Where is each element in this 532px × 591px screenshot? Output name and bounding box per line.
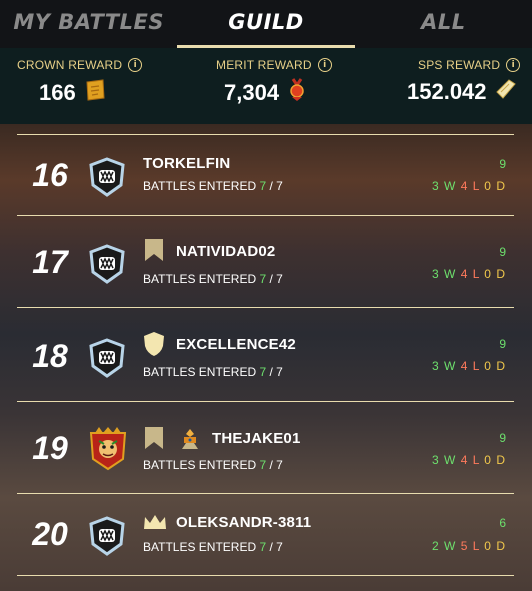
win-loss-draw: 3 W 4 L 0 D: [431, 179, 506, 193]
rank-number: 18: [32, 338, 68, 374]
merit-reward-label: MERIT REWARD: [216, 58, 312, 72]
crown-token-icon: [84, 78, 106, 108]
row-divider: [17, 575, 514, 577]
win-count: 9: [499, 245, 506, 259]
crown-reward-value: 166: [39, 80, 76, 105]
merit-reward-value: 7,304: [224, 80, 280, 105]
leaderboard-row[interactable]: 20 OLEKSANDR-3811 BATTLES ENTERED 7 / 7 …: [17, 493, 514, 576]
win-loss-draw: 3 W 4 L 0 D: [431, 453, 506, 467]
guild-shield-avatar: [89, 338, 125, 378]
player-name[interactable]: NATIVIDAD02: [176, 243, 275, 260]
win-count: 9: [499, 157, 506, 171]
rewards-bar: CROWN REWARD i 166 MERIT REWARD i 7,304: [0, 48, 532, 124]
crown-rank-icon: [144, 515, 166, 529]
win-loss-draw: 3 W 4 L 0 D: [431, 359, 506, 373]
merit-medal-icon: [287, 78, 307, 108]
guild-officer-icon: [182, 429, 198, 449]
banner-rank-icon: [145, 427, 163, 449]
tab-my-battles[interactable]: MY BATTLES: [0, 0, 177, 48]
guild-shield-avatar: [89, 157, 125, 197]
battles-entered: BATTLES ENTERED 7 / 7: [143, 179, 283, 193]
info-icon[interactable]: i: [128, 58, 143, 72]
sps-reward-value: 152.042: [407, 79, 487, 104]
leaderboard-row[interactable]: 18 EXCELLENCE42 BATTLES ENTERED 7 / 7 9 …: [17, 307, 514, 402]
tab-guild[interactable]: GUILD: [177, 0, 355, 49]
info-icon[interactable]: i: [506, 58, 521, 72]
banner-rank-icon: [145, 239, 163, 261]
player-name[interactable]: THEJAKE01: [212, 430, 301, 447]
merit-reward: MERIT REWARD i 7,304: [216, 58, 332, 108]
battles-entered: BATTLES ENTERED 7 / 7: [143, 365, 283, 379]
win-count: 9: [499, 337, 506, 351]
rank-number: 20: [32, 516, 68, 552]
guild-crest-avatar: [89, 427, 127, 471]
rank-number: 17: [32, 244, 68, 280]
leaderboard-row[interactable]: 16 TORKELFIN BATTLES ENTERED 7 / 7 9 3 W…: [17, 134, 514, 215]
crown-reward-label: CROWN REWARD: [17, 58, 123, 72]
sps-reward: SPS REWARD i 152.042: [407, 58, 521, 106]
sps-reward-label: SPS REWARD: [418, 58, 501, 72]
crown-reward: CROWN REWARD i 166: [17, 58, 143, 108]
win-count: 9: [499, 431, 506, 445]
shield-rank-icon: [144, 332, 164, 356]
sps-token-icon: [495, 78, 517, 106]
leaderboard-row[interactable]: 17 NATIVIDAD02 BATTLES ENTERED 7 / 7 9 3…: [17, 215, 514, 308]
guild-shield-avatar: [89, 244, 125, 284]
tab-bar: MY BATTLES GUILD ALL: [0, 0, 532, 49]
battles-entered: BATTLES ENTERED 7 / 7: [143, 272, 283, 286]
player-name[interactable]: OLEKSANDR-3811: [176, 514, 311, 531]
rank-number: 19: [32, 430, 68, 466]
guild-shield-avatar: [89, 516, 125, 556]
battles-entered: BATTLES ENTERED 7 / 7: [143, 540, 283, 554]
leaderboard-row[interactable]: 19 THEJAKE01 BATTLES ENTERED 7 / 7 9 3 W…: [17, 401, 514, 494]
battles-entered: BATTLES ENTERED 7 / 7: [143, 458, 283, 472]
player-name[interactable]: EXCELLENCE42: [176, 336, 296, 353]
win-count: 6: [499, 516, 506, 530]
info-icon[interactable]: i: [317, 58, 332, 72]
rank-number: 16: [32, 157, 68, 193]
tab-all[interactable]: ALL: [355, 0, 532, 48]
player-name[interactable]: TORKELFIN: [143, 155, 230, 172]
win-loss-draw: 2 W 5 L 0 D: [431, 539, 506, 553]
win-loss-draw: 3 W 4 L 0 D: [431, 267, 506, 281]
guild-leaderboard: 16 TORKELFIN BATTLES ENTERED 7 / 7 9 3 W…: [0, 124, 532, 591]
